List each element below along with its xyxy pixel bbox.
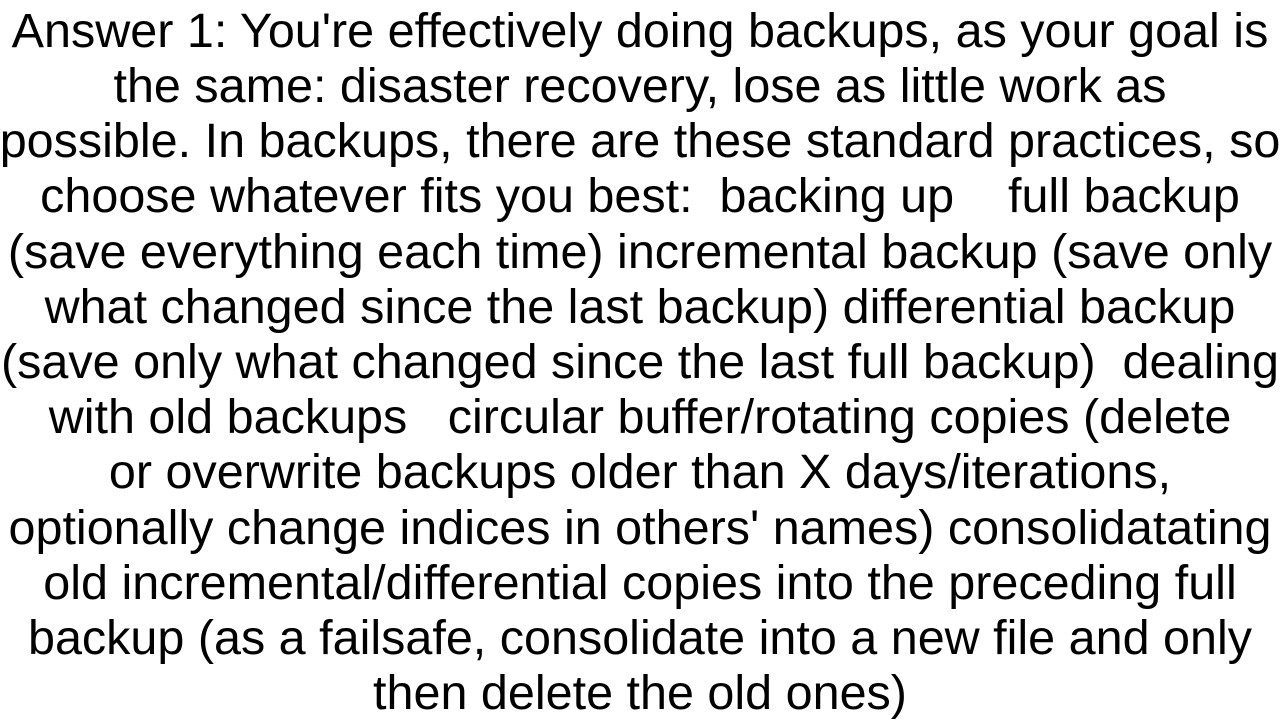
answer-text-block: Answer 1: You're effectively doing backu… bbox=[0, 0, 1280, 720]
answer-line: the same: disaster recovery, lose as lit… bbox=[113, 59, 1167, 113]
answer-line: old incremental/differential copies into… bbox=[43, 556, 1237, 610]
answer-line: (save everything each time) incremental … bbox=[7, 225, 1273, 279]
answer-line: Answer 1: You're effectively doing backu… bbox=[11, 4, 1269, 58]
answer-line: possible. In backups, there are these st… bbox=[0, 114, 1280, 168]
answer-line: or overwrite backups older than X days/i… bbox=[108, 445, 1172, 499]
answer-line: choose whatever fits you best: backing u… bbox=[40, 169, 1240, 223]
answer-line: optionally change indices in others' nam… bbox=[8, 501, 1272, 555]
answer-line: (save only what changed since the last f… bbox=[1, 335, 1279, 389]
answer-line: with old backups circular buffer/rotatin… bbox=[48, 390, 1232, 444]
answer-line: what changed since the last backup) diff… bbox=[44, 280, 1236, 334]
answer-line: then delete the old ones) bbox=[373, 666, 907, 720]
answer-line: backup (as a failsafe, consolidate into … bbox=[27, 611, 1253, 665]
